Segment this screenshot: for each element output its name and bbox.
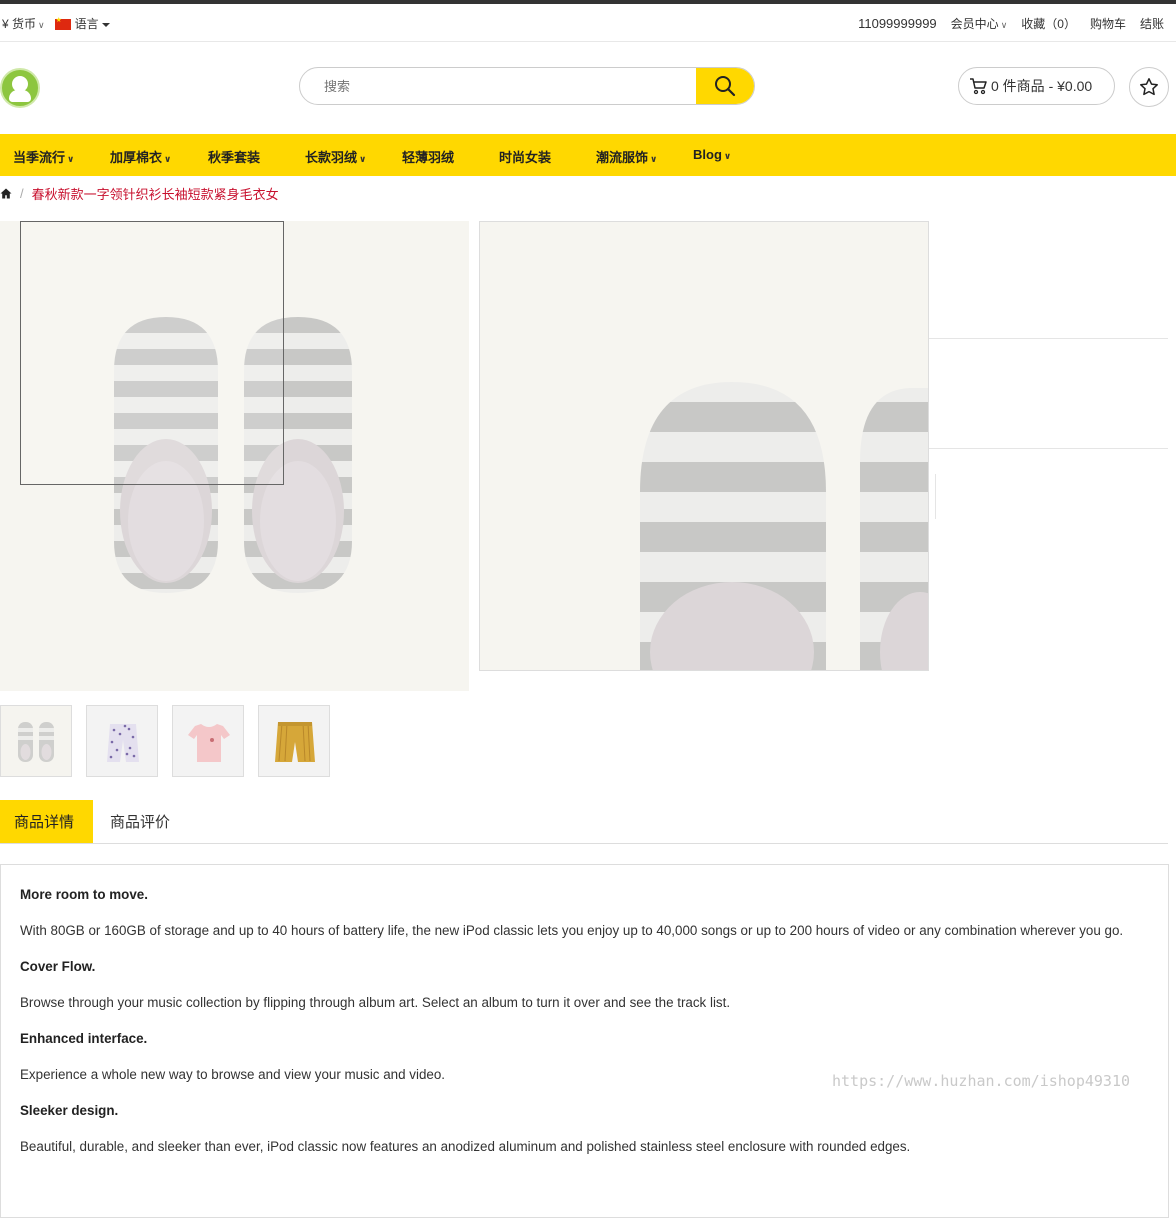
nav-item-autumn-sets[interactable]: 秋季套装 — [208, 147, 260, 166]
search-icon — [715, 76, 736, 97]
member-center-label: 会员中心 — [950, 17, 999, 31]
shopping-cart-icon — [970, 78, 987, 95]
thumbnail-pink-tshirt[interactable] — [172, 705, 244, 777]
thumbnail-slippers[interactable] — [0, 705, 72, 777]
description-heading: Enhanced interface. — [20, 1031, 148, 1046]
description-heading: Sleeker design. — [20, 1103, 119, 1118]
header: 0 件商品 - ¥0.00 — [0, 42, 1176, 134]
chevron-down-icon: ∨ — [650, 154, 658, 164]
description-heading: More room to move. — [20, 887, 148, 902]
description-heading: Cover Flow. — [20, 959, 96, 974]
nav-item-label: 加厚棉衣 — [110, 150, 163, 165]
chevron-down-icon: ∨ — [164, 154, 172, 164]
product-tabs: 商品详情 商品评价 — [0, 800, 1168, 844]
site-logo[interactable] — [0, 68, 40, 108]
description-paragraph: Beautiful, durable, and sleeker than eve… — [20, 1139, 911, 1154]
pink-tshirt-thumbnail-image — [173, 706, 243, 776]
nav-item-label: 时尚女装 — [499, 150, 552, 165]
nav-item-light-down[interactable]: 轻薄羽绒 — [402, 147, 454, 166]
star-icon — [1140, 78, 1158, 96]
nav-item-long-down[interactable]: 长款羽绒 ∨ — [305, 147, 366, 166]
nav-item-label: 轻薄羽绒 — [402, 150, 455, 165]
top-bar-right: 11099999999 会员中心 ∨ 收藏（0） 购物车 结账 — [858, 15, 1164, 32]
breadcrumb-current[interactable]: 春秋新款一字领针织衫长袖短款紧身毛衣女 — [32, 184, 279, 203]
caret-down-icon — [101, 22, 110, 27]
product-description: More room to move. With 80GB or 160GB of… — [0, 864, 1169, 1218]
top-bar-left: ¥ 货币∨ 语言 — [2, 15, 110, 32]
zoomed-slippers-image — [480, 222, 928, 670]
chevron-down-icon: ∨ — [1000, 20, 1008, 30]
tab-details[interactable]: 商品详情 — [0, 800, 93, 843]
description-paragraph: With 80GB or 160GB of storage and up to … — [20, 923, 1124, 938]
nav-item-label: 秋季套装 — [208, 150, 261, 165]
tab-reviews[interactable]: 商品评价 — [96, 800, 184, 843]
zoom-preview — [479, 221, 929, 671]
nav-item-trendy-apparel[interactable]: 潮流服饰 ∨ — [596, 147, 657, 166]
nav-item-padded-coats[interactable]: 加厚棉衣 ∨ — [110, 147, 171, 166]
breadcrumb: / 春秋新款一字领针织衫长袖短款紧身毛衣女 — [0, 184, 279, 203]
main-nav: 当季流行 ∨ 加厚棉衣 ∨ 秋季套装 长款羽绒 ∨ 轻薄羽绒 时尚女装 潮流服饰 ∨ B… — [0, 134, 1176, 176]
currency-dropdown[interactable]: ¥ 货币 ∨ — [2, 15, 45, 32]
nav-item-women-fashion[interactable]: 时尚女装 — [499, 147, 551, 166]
mustard-shorts-thumbnail-image — [259, 706, 329, 776]
thumbnail-mustard-shorts[interactable] — [258, 705, 330, 777]
floral-shorts-thumbnail-image — [87, 706, 157, 776]
search-bar — [299, 67, 755, 105]
slippers-thumbnail-image — [1, 706, 71, 776]
cart-summary: 0 件商品 - ¥0.00 — [991, 78, 1093, 94]
currency-label: ¥ 货币 — [2, 17, 37, 31]
member-center-dropdown[interactable]: 会员中心 ∨ — [951, 15, 1008, 32]
description-paragraph: Browse through your music collection by … — [20, 995, 731, 1010]
search-button[interactable] — [696, 68, 754, 104]
nav-item-label: 长款羽绒 — [305, 150, 358, 165]
divider — [929, 338, 1168, 339]
divider — [929, 448, 1168, 449]
cart-button[interactable]: 0 件商品 - ¥0.00 — [958, 67, 1115, 105]
china-flag-icon — [54, 16, 71, 31]
zoom-lens[interactable] — [20, 221, 284, 485]
chevron-down-icon: ∨ — [723, 151, 732, 161]
checkout-link[interactable]: 结账 — [1140, 15, 1164, 32]
wishlist-link[interactable]: 收藏（0） — [1021, 15, 1076, 32]
chevron-down-icon: ∨ — [38, 20, 45, 30]
thumbnail-list — [0, 705, 330, 777]
home-icon[interactable] — [0, 188, 12, 199]
nav-item-seasonal[interactable]: 当季流行 ∨ — [13, 147, 74, 166]
cart-link[interactable]: 购物车 — [1090, 15, 1126, 32]
wishlist-button[interactable] — [1129, 67, 1169, 107]
phone-number: 11099999999 — [858, 16, 937, 31]
thumbnail-floral-shorts[interactable] — [86, 705, 158, 777]
watermark: https://www.huzhan.com/ishop49310 — [832, 1072, 1131, 1090]
nav-item-label: Blog — [693, 147, 722, 162]
language-label: 语言 — [74, 17, 99, 31]
chevron-down-icon: ∨ — [67, 154, 75, 164]
chevron-down-icon: ∨ — [359, 154, 367, 164]
nav-item-blog[interactable]: Blog ∨ — [693, 147, 731, 162]
breadcrumb-separator: / — [20, 186, 24, 201]
top-bar: ¥ 货币∨ 语言 11099999999 会员中心∨ 收藏（0） 购物车 结账 — [0, 4, 1176, 42]
nav-item-label: 潮流服饰 — [596, 150, 649, 165]
nav-item-label: 当季流行 — [13, 150, 66, 165]
divider — [935, 474, 936, 519]
language-dropdown[interactable]: 语言 — [54, 15, 110, 32]
search-input[interactable] — [300, 68, 696, 104]
